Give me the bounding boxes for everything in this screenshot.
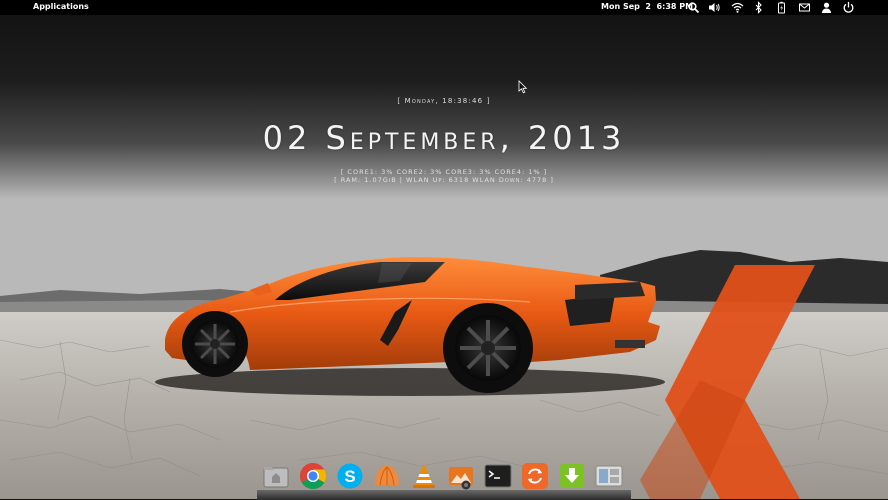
svg-text:S: S <box>344 467 355 486</box>
mail-icon[interactable] <box>798 1 811 14</box>
update-icon[interactable] <box>520 461 550 491</box>
download-icon[interactable] <box>557 461 587 491</box>
shell-icon[interactable] <box>372 461 402 491</box>
files-icon[interactable] <box>261 461 291 491</box>
terminal-icon[interactable] <box>483 461 513 491</box>
shotwell-icon[interactable] <box>446 461 476 491</box>
panel-clock[interactable]: Mon Sep 2 6:38 PM <box>601 2 693 11</box>
desktop-wallpaper <box>0 0 888 499</box>
bluetooth-icon[interactable] <box>752 1 765 14</box>
vlc-icon[interactable] <box>409 461 439 491</box>
battery-icon[interactable] <box>775 1 788 14</box>
top-panel: Applications Mon Sep 2 6:38 PM <box>0 0 888 15</box>
conky-date-heading: 02 September, 2013 <box>262 119 626 157</box>
wifi-icon[interactable] <box>731 1 744 14</box>
conky-time-line: [ Monday, 18:38:46 ] <box>397 97 491 105</box>
search-icon[interactable] <box>687 1 700 14</box>
user-icon[interactable] <box>820 1 833 14</box>
power-icon[interactable] <box>842 1 855 14</box>
applications-menu-button[interactable]: Applications <box>33 2 89 11</box>
conky-network-stats: [ RAM: 1.07GiB | WLAN Up: 6318 WLAN Down… <box>334 176 554 184</box>
workspace-switcher-icon[interactable] <box>594 461 624 491</box>
conky-cpu-stats: [ CORE1: 3% CORE2: 3% CORE3: 3% CORE4: 1… <box>340 168 548 176</box>
chrome-icon[interactable] <box>298 461 328 491</box>
volume-icon[interactable] <box>708 1 721 14</box>
skype-icon[interactable]: S <box>335 461 365 491</box>
mouse-cursor-icon <box>518 80 528 94</box>
